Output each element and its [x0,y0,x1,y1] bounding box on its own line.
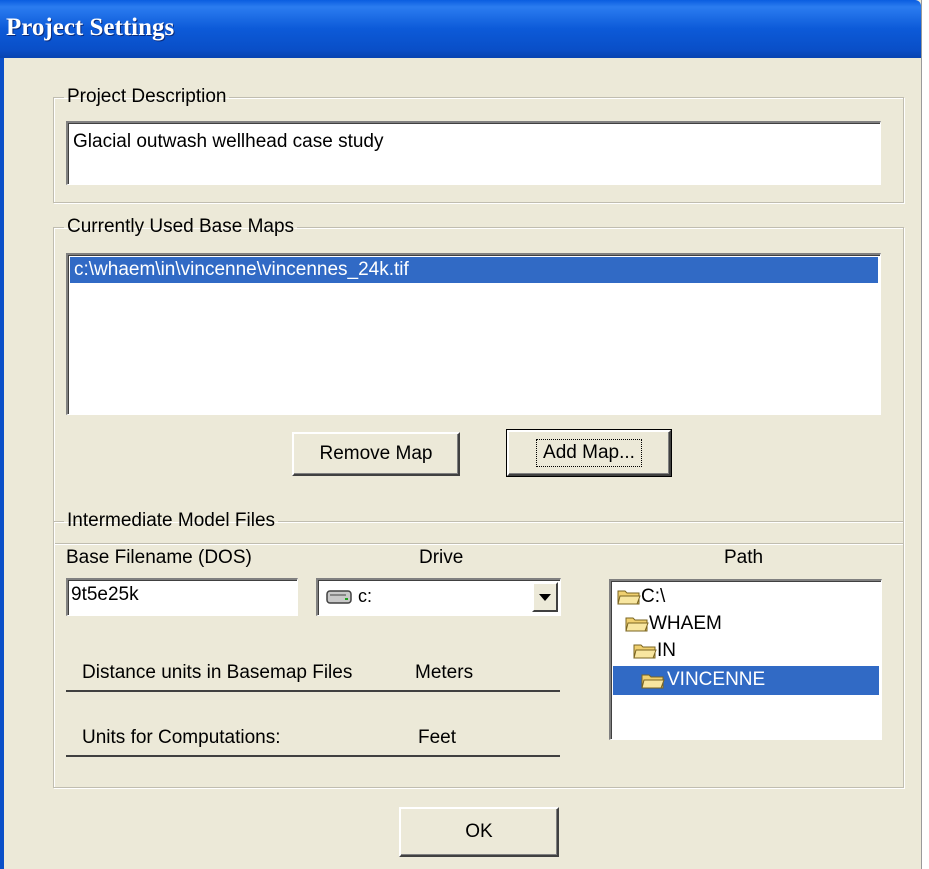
folder-open-icon [617,588,641,611]
base-maps-legend: Currently Used Base Maps [67,216,295,237]
project-description-legend: Project Description [67,86,227,107]
drive-select[interactable]: c: [316,578,561,616]
model-files-legend: Intermediate Model Files [67,510,276,531]
title-bar[interactable]: Project Settings [0,0,921,58]
remove-map-button[interactable]: Remove Map [292,432,460,476]
chevron-down-icon [539,594,551,601]
base-maps-list[interactable]: c:\whaem\in\vincenne\vincennes_24k.tif [66,253,881,415]
computation-units-divider [66,755,560,757]
project-description-value: Glacial outwash wellhead case study [73,131,384,152]
ok-button[interactable]: OK [399,807,559,857]
add-map-label: Add Map... [536,439,642,467]
base-filename-value: 9t5e25k [71,584,139,605]
folder-open-icon [625,615,649,638]
drive-dropdown-button[interactable] [532,582,558,612]
project-description-input[interactable]: Glacial outwash wellhead case study [66,121,881,185]
folder-open-icon [641,672,665,695]
base-map-path: c:\whaem\in\vincenne\vincennes_24k.tif [74,259,409,280]
path-item-label: WHAEM [649,613,722,634]
path-item-label: VINCENNE [667,669,766,690]
computation-units-label: Units for Computations: [82,727,281,748]
window-title: Project Settings [6,14,175,41]
path-item-label: C:\ [641,586,666,607]
computation-units-value: Feet [418,727,457,748]
drive-icon [326,590,352,604]
distance-units-value: Meters [415,662,474,683]
distance-units-divider [66,690,560,692]
path-item-label: IN [657,640,676,661]
dialog-body: Project Description Glacial outwash well… [0,58,921,869]
folder-open-icon [633,642,657,665]
distance-units-label: Distance units in Basemap Files [82,662,353,683]
path-label: Path [724,547,764,568]
list-item[interactable]: c:\whaem\in\vincenne\vincennes_24k.tif [70,257,878,283]
path-item-vincenne[interactable]: VINCENNE [613,666,879,695]
base-filename-label: Base Filename (DOS) [66,547,252,568]
add-map-button[interactable]: Add Map... [506,429,672,477]
ok-label: OK [465,821,493,842]
project-settings-window: Project Settings Project Description Gla… [0,0,922,869]
base-filename-input[interactable]: 9t5e25k [66,578,298,616]
path-list[interactable]: C:\ WHAEM IN VINCENNE [609,579,882,740]
remove-map-label: Remove Map [319,443,433,464]
drive-value: c: [358,586,373,606]
drive-label: Drive [419,547,464,568]
